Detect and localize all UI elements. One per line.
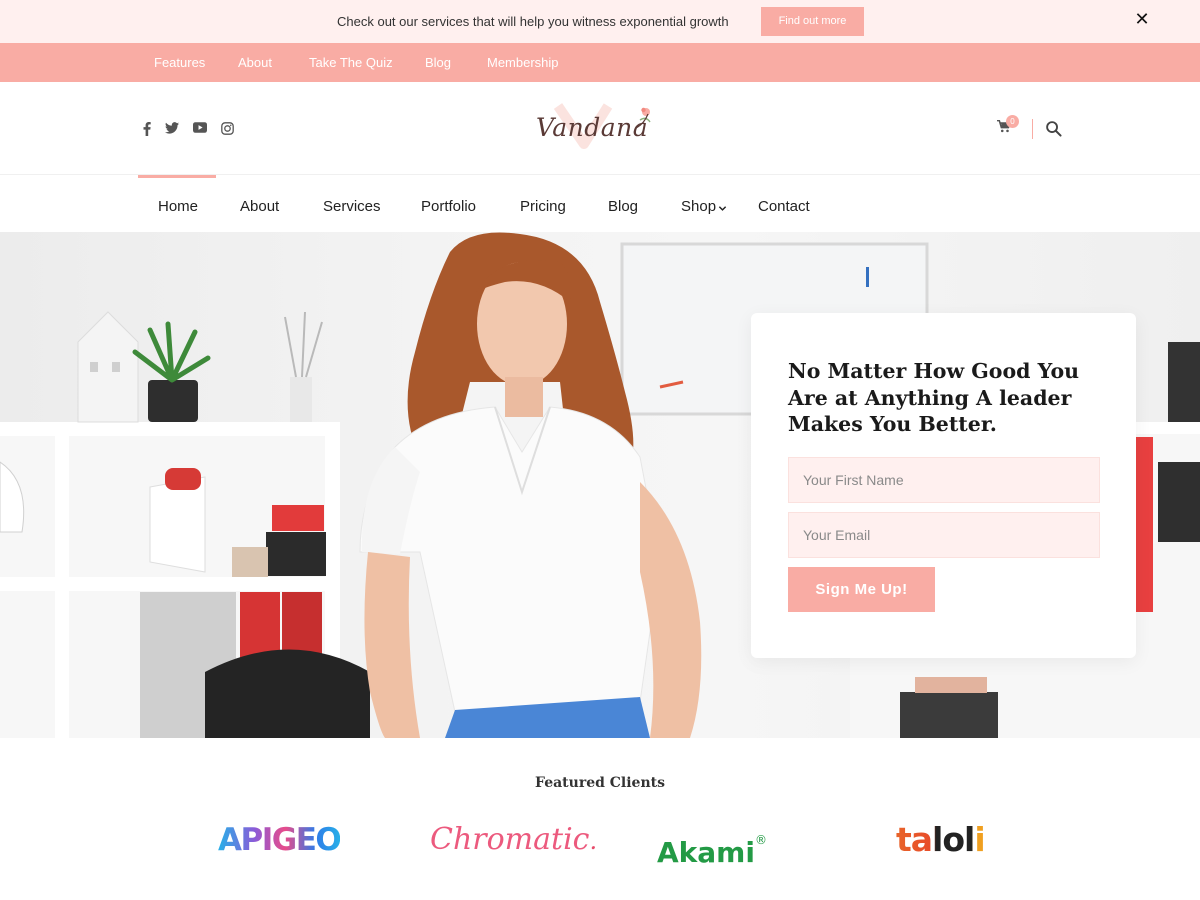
- secondary-nav-blog[interactable]: Blog: [425, 55, 451, 70]
- close-icon[interactable]: ✕: [1133, 10, 1151, 28]
- nav-contact[interactable]: Contact: [758, 198, 810, 215]
- nav-about[interactable]: About: [240, 198, 279, 215]
- twitter-icon[interactable]: [165, 122, 179, 136]
- nav-portfolio[interactable]: Portfolio: [421, 198, 476, 215]
- apigeo-logo-text: APIGEO: [218, 822, 342, 858]
- secondary-nav-membership[interactable]: Membership: [487, 55, 559, 70]
- client-logo-taloli[interactable]: taloli: [896, 818, 986, 862]
- akami-logo-text: Akami: [657, 836, 755, 869]
- chevron-down-icon[interactable]: [718, 200, 727, 211]
- instagram-icon[interactable]: [221, 122, 234, 136]
- header-divider: [1032, 119, 1033, 139]
- logo-text[interactable]: Vandana: [536, 113, 648, 142]
- main-nav: Home About Services Portfolio Pricing Bl…: [0, 175, 1200, 232]
- site-header: Vandana 0: [0, 82, 1200, 175]
- chromatic-logo-text: Chromatic: [430, 822, 590, 857]
- client-logo-akami[interactable]: Akami®: [657, 818, 767, 869]
- facebook-icon[interactable]: [143, 122, 151, 136]
- secondary-nav-features[interactable]: Features: [154, 55, 205, 70]
- cart-count-badge: 0: [1006, 115, 1019, 128]
- nav-shop[interactable]: Shop: [681, 198, 716, 215]
- youtube-icon[interactable]: [193, 122, 207, 136]
- announcement-bar: Check out our services that will help yo…: [0, 0, 1200, 43]
- client-logo-chromatic[interactable]: Chromatic.: [430, 818, 597, 862]
- nav-pricing[interactable]: Pricing: [520, 198, 566, 215]
- search-icon[interactable]: [1045, 120, 1063, 138]
- taloli-logo-text: taloli: [896, 820, 986, 859]
- akami-registered-mark: ®: [754, 833, 767, 847]
- client-logo-apigeo[interactable]: APIGEO: [218, 818, 342, 862]
- secondary-nav-take-the-quiz[interactable]: Take The Quiz: [309, 55, 393, 70]
- nav-blog[interactable]: Blog: [608, 198, 638, 215]
- featured-clients-heading: Featured Clients: [535, 775, 665, 791]
- nav-home[interactable]: Home: [158, 198, 198, 215]
- active-nav-indicator: [138, 175, 216, 178]
- sign-me-up-button[interactable]: Sign Me Up!: [788, 567, 935, 612]
- find-out-more-button[interactable]: Find out more: [761, 7, 864, 36]
- nav-services[interactable]: Services: [323, 198, 381, 215]
- secondary-nav: Features About Take The Quiz Blog Member…: [0, 43, 1200, 82]
- email-field[interactable]: Your Email: [788, 512, 1100, 558]
- announcement-text: Check out our services that will help yo…: [337, 14, 729, 29]
- hero-title: No Matter How Good You Are at Anything A…: [788, 359, 1080, 436]
- first-name-field[interactable]: Your First Name: [788, 457, 1100, 503]
- secondary-nav-about[interactable]: About: [238, 55, 272, 70]
